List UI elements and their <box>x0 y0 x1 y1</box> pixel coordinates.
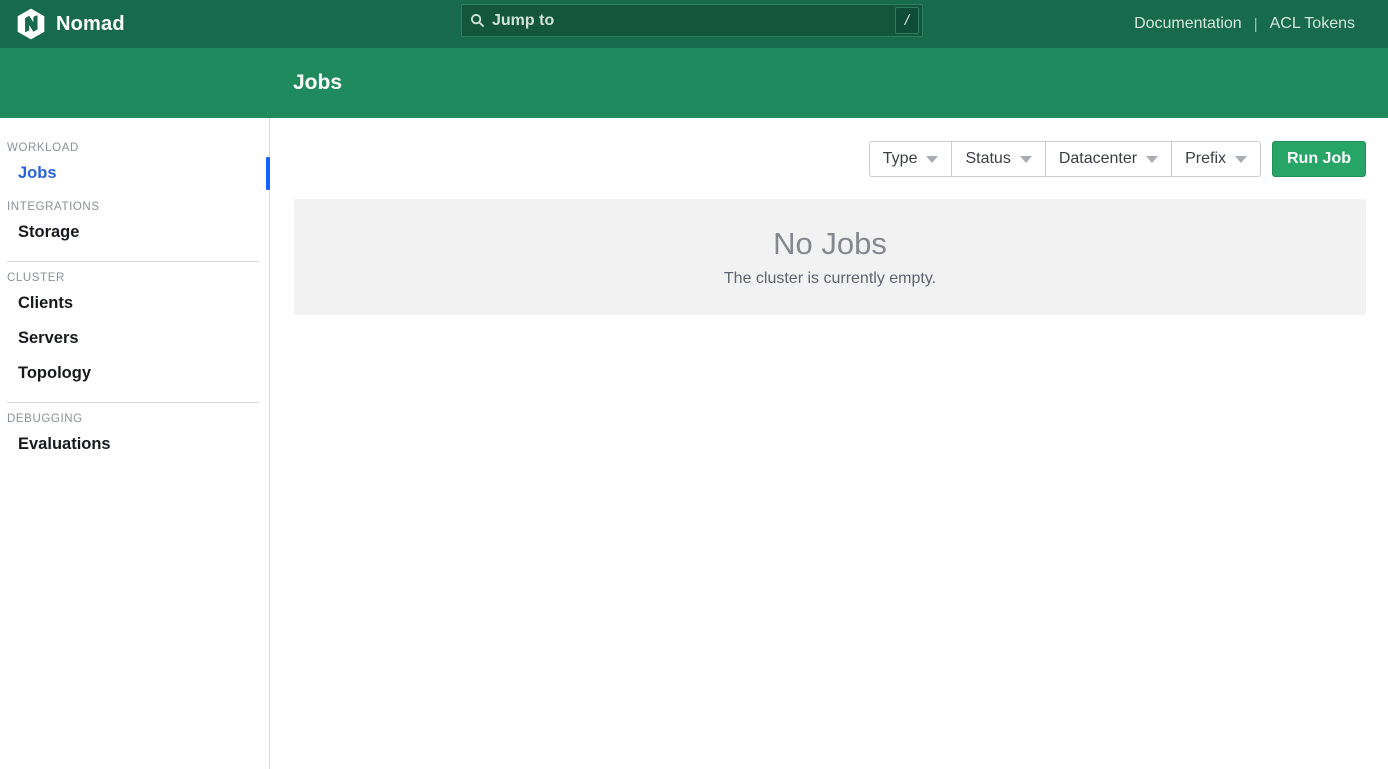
sidebar-item-topology[interactable]: Topology <box>0 356 269 391</box>
run-job-button[interactable]: Run Job <box>1272 141 1366 177</box>
documentation-link[interactable]: Documentation <box>1134 15 1242 33</box>
search-placeholder: Jump to <box>492 12 554 30</box>
nomad-brand[interactable]: Nomad <box>16 8 125 40</box>
top-navbar: Nomad Jump to / Documentation | ACL Toke… <box>0 0 1388 48</box>
search-icon <box>470 13 485 28</box>
search-shortcut-badge: / <box>895 7 919 34</box>
chevron-down-icon <box>1235 156 1247 163</box>
sidebar-divider <box>7 261 259 262</box>
brand-name: Nomad <box>56 13 125 36</box>
navbar-links: Documentation | ACL Tokens <box>1134 15 1355 33</box>
sidebar-section-debugging: DEBUGGING <box>7 413 269 425</box>
page-header: Jobs <box>0 48 1388 118</box>
chevron-down-icon <box>1146 156 1158 163</box>
sidebar-item-servers[interactable]: Servers <box>0 321 269 356</box>
sidebar-divider <box>7 402 259 403</box>
nav-links-separator: | <box>1254 16 1258 33</box>
nomad-logo-icon <box>16 8 46 40</box>
chevron-down-icon <box>1020 156 1032 163</box>
sidebar-item-evaluations[interactable]: Evaluations <box>0 427 269 462</box>
empty-state-title: No Jobs <box>773 226 887 262</box>
chevron-down-icon <box>926 156 938 163</box>
datacenter-filter-label: Datacenter <box>1059 150 1137 168</box>
sidebar-section-integrations: INTEGRATIONS <box>7 201 269 213</box>
acl-tokens-link[interactable]: ACL Tokens <box>1270 15 1355 33</box>
empty-state-message: The cluster is currently empty. <box>724 270 936 288</box>
sidebar-item-clients[interactable]: Clients <box>0 286 269 321</box>
prefix-filter-dropdown[interactable]: Prefix <box>1171 141 1261 177</box>
jump-to-search-input[interactable]: Jump to / <box>461 4 923 37</box>
type-filter-dropdown[interactable]: Type <box>869 141 953 177</box>
empty-state-panel: No Jobs The cluster is currently empty. <box>294 199 1366 315</box>
jobs-toolbar: Type Status Datacenter Prefix Run Job <box>294 141 1366 177</box>
sidebar: WORKLOAD Jobs INTEGRATIONS Storage CLUST… <box>0 118 270 769</box>
prefix-filter-label: Prefix <box>1185 150 1226 168</box>
datacenter-filter-dropdown[interactable]: Datacenter <box>1045 141 1172 177</box>
page-title: Jobs <box>293 71 342 95</box>
status-filter-dropdown[interactable]: Status <box>951 141 1045 177</box>
status-filter-label: Status <box>965 150 1010 168</box>
main-content: Type Status Datacenter Prefix Run Job <box>270 118 1388 769</box>
sidebar-section-cluster: CLUSTER <box>7 272 269 284</box>
filter-group: Type Status Datacenter Prefix <box>869 141 1261 177</box>
sidebar-item-storage[interactable]: Storage <box>0 215 269 250</box>
type-filter-label: Type <box>883 150 918 168</box>
sidebar-section-workload: WORKLOAD <box>7 142 269 154</box>
sidebar-item-jobs[interactable]: Jobs <box>0 156 269 191</box>
